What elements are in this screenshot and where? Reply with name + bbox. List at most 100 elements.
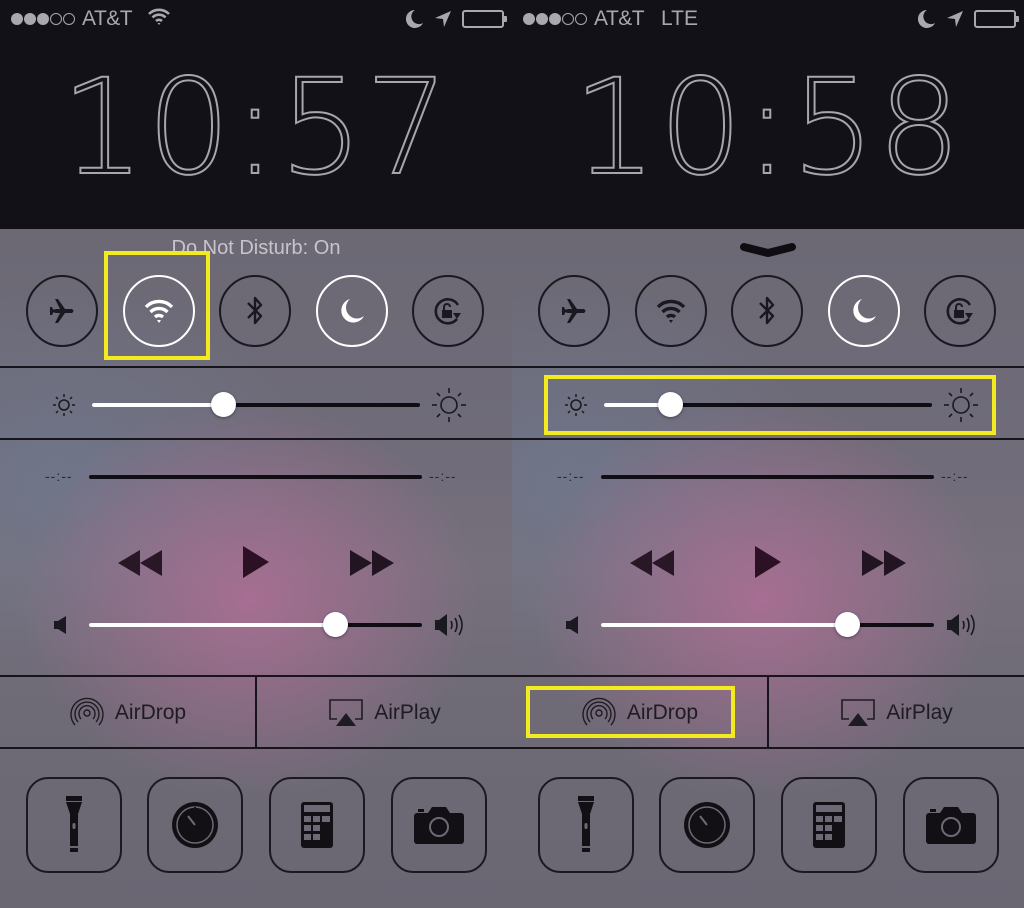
divider: [0, 747, 512, 749]
rotation-lock-icon: [431, 294, 465, 328]
share-row: AirDrop AirPlay: [0, 677, 512, 749]
airplay-button[interactable]: AirPlay: [769, 677, 1024, 749]
network-type: LTE: [661, 7, 698, 30]
brightness-low-icon: [52, 393, 76, 417]
playback-scrubber[interactable]: [601, 475, 934, 479]
timer-icon: [683, 801, 731, 849]
signal-strength-icon: [523, 13, 587, 25]
status-bar: AT&T LTE: [512, 0, 1024, 38]
highlight-box-brightness: [544, 375, 996, 435]
toggle-row: [538, 275, 998, 351]
airdrop-label: AirDrop: [114, 701, 187, 724]
signal-strength-icon: [11, 13, 75, 25]
control-center-screen-after: AT&T LTE 10:58 --:-- --:-- AirDrop AirPl…: [512, 0, 1024, 908]
airdrop-icon: [69, 696, 105, 730]
highlight-box-wifi: [104, 251, 210, 360]
playback-scrubber[interactable]: [89, 475, 422, 479]
rotation-lock-toggle[interactable]: [412, 275, 484, 347]
remaining-time: --:--: [941, 468, 969, 484]
volume-slider-fill: [601, 623, 848, 627]
volume-slider[interactable]: [601, 612, 934, 637]
do-not-disturb-toggle[interactable]: [828, 275, 900, 347]
highlight-box-airdrop: [526, 686, 735, 738]
elapsed-time: --:--: [557, 468, 585, 484]
do-not-disturb-toggle[interactable]: [316, 275, 388, 347]
control-center-screen-before: AT&T 10:57 Do Not Disturb: On --:-- --:-…: [0, 0, 512, 908]
calculator-button[interactable]: [269, 777, 365, 873]
bluetooth-toggle[interactable]: [219, 275, 291, 347]
dismiss-grabber-handle[interactable]: [740, 241, 796, 261]
airplay-button[interactable]: AirPlay: [257, 677, 512, 749]
rotation-lock-toggle[interactable]: [924, 275, 996, 347]
bluetooth-icon: [245, 294, 265, 328]
calculator-icon: [812, 801, 846, 849]
volume-slider[interactable]: [89, 612, 422, 637]
calculator-icon: [300, 801, 334, 849]
volume-low-icon: [565, 615, 581, 635]
brightness-slider-fill: [92, 403, 224, 407]
volume-high-icon: [434, 610, 468, 640]
airplay-label: AirPlay: [374, 701, 441, 724]
location-arrow-icon: [946, 10, 964, 28]
camera-button[interactable]: [903, 777, 999, 873]
rewind-button[interactable]: [117, 549, 163, 577]
airplay-label: AirPlay: [886, 701, 953, 724]
flashlight-icon: [576, 795, 596, 855]
brightness-slider[interactable]: [92, 392, 420, 417]
play-button[interactable]: [242, 545, 270, 579]
timer-icon: [171, 801, 219, 849]
airdrop-button[interactable]: AirDrop: [0, 677, 255, 749]
timer-button[interactable]: [659, 777, 755, 873]
do-not-disturb-banner: Do Not Disturb: On: [171, 237, 341, 259]
toggle-row: [26, 275, 486, 351]
elapsed-time: --:--: [45, 468, 73, 484]
camera-button[interactable]: [391, 777, 487, 873]
camera-icon: [413, 805, 465, 845]
location-arrow-icon: [434, 10, 452, 28]
wifi-status-icon: [148, 8, 170, 26]
divider: [512, 747, 1024, 749]
carrier-name: AT&T: [594, 7, 645, 30]
moon-icon: [850, 297, 878, 325]
fast-forward-button[interactable]: [349, 549, 395, 577]
fast-forward-button[interactable]: [861, 549, 907, 577]
wifi-toggle[interactable]: [635, 275, 707, 347]
moon-icon: [338, 297, 366, 325]
wifi-icon: [656, 298, 686, 324]
flashlight-icon: [64, 795, 84, 855]
airplane-icon: [47, 296, 77, 326]
remaining-time: --:--: [429, 468, 457, 484]
divider: [0, 438, 512, 440]
lock-screen-clock: 10:57: [60, 51, 452, 205]
calculator-button[interactable]: [781, 777, 877, 873]
carrier-name: AT&T: [82, 7, 133, 30]
rotation-lock-icon: [943, 294, 977, 328]
volume-slider-knob[interactable]: [835, 612, 861, 637]
brightness-slider-knob[interactable]: [211, 392, 237, 417]
bluetooth-icon: [757, 294, 777, 328]
moon-icon: [406, 9, 424, 29]
airplay-icon: [840, 698, 876, 728]
bluetooth-toggle[interactable]: [731, 275, 803, 347]
status-bar: AT&T: [0, 0, 512, 38]
airplane-mode-toggle[interactable]: [26, 275, 98, 347]
volume-high-icon: [946, 610, 980, 640]
control-center-panel: Do Not Disturb: On --:-- --:-- AirDrop A…: [0, 229, 512, 908]
airplay-icon: [328, 698, 364, 728]
rewind-button[interactable]: [629, 549, 675, 577]
airplane-mode-toggle[interactable]: [538, 275, 610, 347]
volume-slider-knob[interactable]: [323, 612, 349, 637]
camera-icon: [925, 805, 977, 845]
flashlight-button[interactable]: [538, 777, 634, 873]
battery-icon: [462, 10, 507, 28]
moon-icon: [918, 9, 936, 29]
flashlight-button[interactable]: [26, 777, 122, 873]
timer-button[interactable]: [147, 777, 243, 873]
volume-slider-fill: [89, 623, 336, 627]
battery-icon: [974, 10, 1019, 28]
brightness-high-icon: [431, 387, 467, 423]
lock-screen-clock: 10:58: [572, 51, 964, 205]
play-button[interactable]: [754, 545, 782, 579]
airplane-icon: [559, 296, 589, 326]
volume-low-icon: [53, 615, 69, 635]
